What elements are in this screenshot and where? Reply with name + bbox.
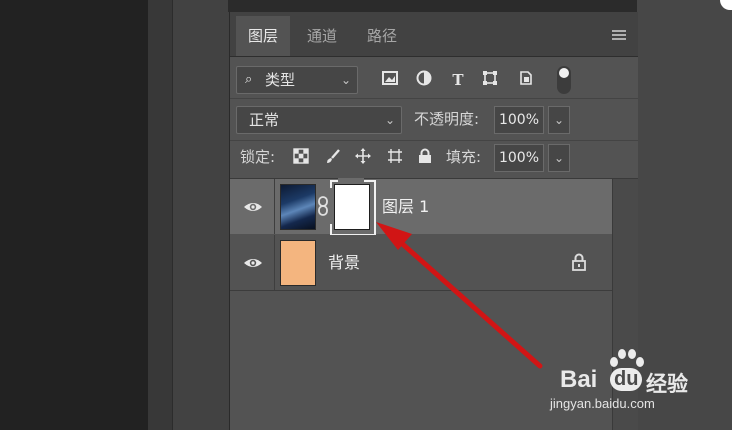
fill-label: 填充: [446,148,482,166]
filter-toggle[interactable] [557,66,571,94]
divider [274,179,275,234]
layer-thumbnail[interactable] [280,184,316,230]
visibility-eye-icon[interactable] [242,196,264,218]
chevron-down-icon: ⌄ [384,113,395,127]
layer-name[interactable]: 图层 1 [382,179,429,234]
lock-position-icon[interactable] [354,148,372,166]
lock-icon [571,252,587,272]
top-strip [228,0,637,12]
paw-logo-icon [610,349,644,367]
lock-label: 锁定: [240,148,276,166]
opacity-label: 不透明度: [414,110,480,128]
toolbar-column [148,0,172,430]
lock-artboard-icon[interactable] [386,148,404,166]
blend-mode-select[interactable]: 正常 ⌄ [236,106,402,134]
tab-paths[interactable]: 路径 [358,16,406,56]
visibility-eye-icon[interactable] [242,252,264,274]
divider [274,235,275,290]
opacity-dropdown[interactable]: ⌄ [548,106,570,134]
filter-type-label: 类型 [265,71,296,89]
lock-all-icon[interactable] [416,148,434,166]
layer-thumbnail[interactable] [280,240,316,286]
pixel-filter-icon[interactable] [380,70,400,90]
mask-frame-gap [338,230,364,234]
divider [230,98,638,99]
panel-tab-bar: 图层 通道 路径 [230,12,638,57]
panel-dock-column [172,0,229,430]
layer-row-background[interactable]: 背景 [230,235,612,291]
search-icon: ⌕ [245,72,253,87]
opacity-input[interactable]: 100% [494,106,544,134]
layers-list: 图层 1 背景 [230,178,613,430]
canvas-dark-area [0,0,148,430]
watermark-brand-du: du [610,368,643,391]
mask-frame-gap [338,178,364,182]
watermark-brand: Bai [560,366,598,393]
lock-image-pixels-icon[interactable] [324,148,342,166]
type-filter-icon[interactable]: T [448,70,468,90]
shape-filter-icon[interactable] [480,70,500,90]
watermark-brand-suffix: 经验 [646,373,688,396]
chevron-down-icon: ⌄ [340,73,351,87]
tab-channels[interactable]: 通道 [298,16,346,56]
panel-menu-icon[interactable] [612,30,626,40]
blend-mode-value: 正常 [249,111,280,129]
layer-row-layer1[interactable]: 图层 1 [230,178,612,236]
fill-input[interactable]: 100% [494,144,544,172]
layer-mask-thumbnail[interactable] [334,184,370,230]
watermark: Bai du 经验 jingyan.baidu.com [550,349,720,416]
fill-dropdown[interactable]: ⌄ [548,144,570,172]
adjustment-filter-icon[interactable] [414,70,434,90]
filter-type-select[interactable]: ⌕ 类型 ⌄ [236,66,358,94]
layer-name[interactable]: 背景 [328,235,360,290]
smart-object-filter-icon[interactable] [516,70,536,90]
tab-layers[interactable]: 图层 [236,16,290,56]
divider [230,140,638,141]
watermark-url: jingyan.baidu.com [550,396,655,411]
lock-transparent-pixels-icon[interactable] [292,148,310,166]
